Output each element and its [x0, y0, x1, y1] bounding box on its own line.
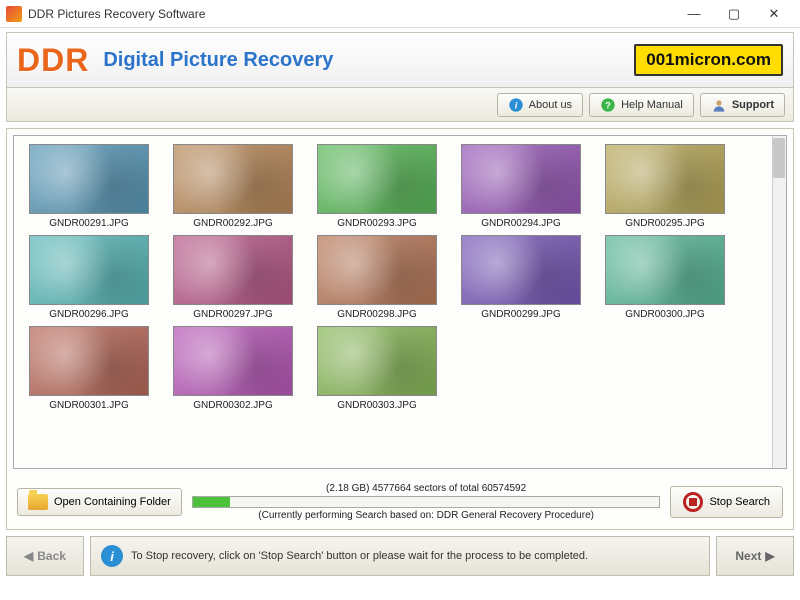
next-arrow-icon: ▶	[765, 549, 774, 563]
thumbnail-item[interactable]: GNDR00302.JPG	[168, 326, 298, 411]
ddr-logo: DDR	[17, 42, 89, 79]
thumbnail-image	[461, 144, 581, 214]
thumbnail-item[interactable]: GNDR00303.JPG	[312, 326, 442, 411]
close-button[interactable]: ✕	[754, 1, 794, 27]
svg-text:i: i	[514, 100, 517, 110]
progress-note: (Currently performing Search based on: D…	[192, 510, 661, 521]
scrollbar-thumb[interactable]	[773, 138, 785, 178]
thumbnail-filename: GNDR00293.JPG	[312, 218, 442, 229]
thumbnail-item[interactable]: GNDR00300.JPG	[600, 235, 730, 320]
thumbnail-image	[605, 235, 725, 305]
next-button[interactable]: Next ▶	[716, 536, 794, 576]
thumbnail-filename: GNDR00302.JPG	[168, 400, 298, 411]
progress-column: (2.18 GB) 4577664 sectors of total 60574…	[192, 483, 661, 521]
back-label: Back	[37, 549, 66, 563]
folder-icon	[28, 494, 48, 510]
thumbnail-filename: GNDR00296.JPG	[24, 309, 154, 320]
thumbnail-filename: GNDR00291.JPG	[24, 218, 154, 229]
thumbnail-filename: GNDR00298.JPG	[312, 309, 442, 320]
thumbnail-filename: GNDR00294.JPG	[456, 218, 586, 229]
window-title: DDR Pictures Recovery Software	[28, 7, 674, 21]
thumbnail-image	[29, 144, 149, 214]
progress-bar	[192, 496, 661, 508]
stop-label: Stop Search	[709, 496, 770, 508]
titlebar: DDR Pictures Recovery Software — ▢ ✕	[0, 0, 800, 28]
thumbnail-item[interactable]: GNDR00295.JPG	[600, 144, 730, 229]
about-button[interactable]: i About us	[497, 93, 583, 117]
thumbnail-image	[317, 144, 437, 214]
info-icon: i	[508, 97, 524, 113]
scrollbar[interactable]	[772, 136, 786, 468]
support-icon	[711, 97, 727, 113]
back-button[interactable]: ◀ Back	[6, 536, 84, 576]
support-button[interactable]: Support	[700, 93, 785, 117]
thumbnail-image	[173, 235, 293, 305]
thumbnail-filename: GNDR00292.JPG	[168, 218, 298, 229]
thumbnail-filename: GNDR00301.JPG	[24, 400, 154, 411]
footer: ◀ Back i To Stop recovery, click on 'Sto…	[6, 536, 794, 576]
thumbnail-image	[173, 144, 293, 214]
thumbnail-item[interactable]: GNDR00297.JPG	[168, 235, 298, 320]
info-text: To Stop recovery, click on 'Stop Search'…	[131, 550, 588, 562]
back-arrow-icon: ◀	[24, 549, 33, 563]
thumbnail-grid: GNDR00291.JPG GNDR00292.JPG GNDR00293.JPG G…	[24, 144, 782, 411]
help-icon: ?	[600, 97, 616, 113]
thumbnail-item[interactable]: GNDR00298.JPG	[312, 235, 442, 320]
header-title: Digital Picture Recovery	[103, 49, 634, 72]
thumbnail-filename: GNDR00297.JPG	[168, 309, 298, 320]
svg-text:?: ?	[605, 100, 611, 110]
thumbnail-image	[461, 235, 581, 305]
controls-row: Open Containing Folder (2.18 GB) 4577664…	[7, 475, 793, 529]
thumbnail-item[interactable]: GNDR00299.JPG	[456, 235, 586, 320]
thumbnail-area: GNDR00291.JPG GNDR00292.JPG GNDR00293.JPG G…	[13, 135, 787, 469]
progress-info: (2.18 GB) 4577664 sectors of total 60574…	[192, 483, 661, 494]
help-button[interactable]: ? Help Manual	[589, 93, 694, 117]
thumbnail-image	[605, 144, 725, 214]
progress-fill	[193, 497, 230, 507]
thumbnail-item[interactable]: GNDR00293.JPG	[312, 144, 442, 229]
help-label: Help Manual	[621, 99, 683, 111]
thumbnail-item[interactable]: GNDR00291.JPG	[24, 144, 154, 229]
app-icon	[6, 6, 22, 22]
header: DDR Digital Picture Recovery 001micron.c…	[6, 32, 794, 88]
stop-search-button[interactable]: Stop Search	[670, 486, 783, 518]
next-label: Next	[735, 549, 761, 563]
thumbnail-item[interactable]: GNDR00301.JPG	[24, 326, 154, 411]
thumbnail-image	[317, 235, 437, 305]
info-icon: i	[101, 545, 123, 567]
minimize-button[interactable]: —	[674, 1, 714, 27]
support-label: Support	[732, 99, 774, 111]
thumbnail-filename: GNDR00303.JPG	[312, 400, 442, 411]
main-panel: GNDR00291.JPG GNDR00292.JPG GNDR00293.JPG G…	[6, 128, 794, 530]
thumbnail-image	[173, 326, 293, 396]
toolbar: i About us ? Help Manual Support	[6, 88, 794, 122]
thumbnail-item[interactable]: GNDR00294.JPG	[456, 144, 586, 229]
maximize-button[interactable]: ▢	[714, 1, 754, 27]
about-label: About us	[529, 99, 572, 111]
thumbnail-filename: GNDR00300.JPG	[600, 309, 730, 320]
info-bar: i To Stop recovery, click on 'Stop Searc…	[90, 536, 710, 576]
thumbnail-image	[317, 326, 437, 396]
stop-icon	[683, 492, 703, 512]
open-folder-label: Open Containing Folder	[54, 496, 171, 508]
thumbnail-image	[29, 326, 149, 396]
thumbnail-item[interactable]: GNDR00292.JPG	[168, 144, 298, 229]
thumbnail-item[interactable]: GNDR00296.JPG	[24, 235, 154, 320]
thumbnail-filename: GNDR00295.JPG	[600, 218, 730, 229]
open-folder-button[interactable]: Open Containing Folder	[17, 488, 182, 516]
thumbnail-filename: GNDR00299.JPG	[456, 309, 586, 320]
brand-badge: 001micron.com	[634, 44, 783, 76]
thumbnail-image	[29, 235, 149, 305]
